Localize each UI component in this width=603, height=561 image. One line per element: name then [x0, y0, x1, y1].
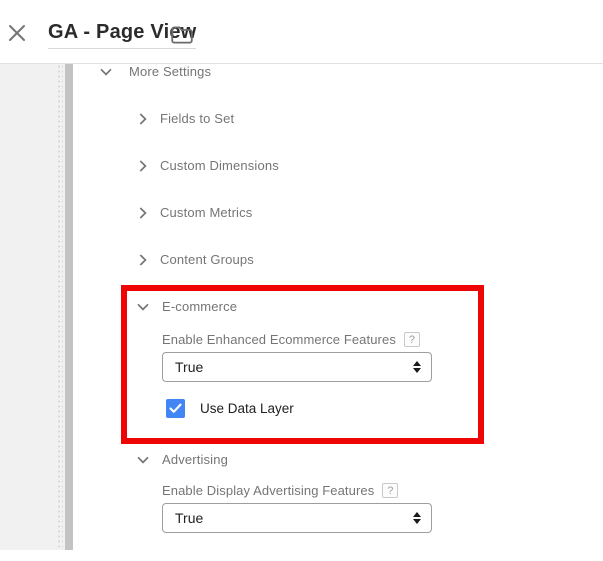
select-value: True [175, 359, 204, 375]
use-data-layer-option[interactable]: Use Data Layer [166, 399, 294, 418]
section-label: Custom Dimensions [160, 158, 279, 173]
section-ecommerce[interactable]: E-commerce [137, 299, 237, 314]
section-label: Custom Metrics [160, 205, 253, 220]
section-label: More Settings [129, 64, 212, 79]
field-label: Enable Enhanced Ecommerce Features [162, 332, 396, 347]
section-custom-dimensions[interactable]: Custom Dimensions [139, 158, 279, 173]
select-value: True [175, 510, 204, 526]
enhanced-ecommerce-select[interactable]: True [162, 352, 432, 382]
help-icon[interactable]: ? [382, 483, 399, 498]
field-label: Enable Display Advertising Features [162, 483, 375, 498]
section-label: Content Groups [160, 252, 254, 267]
dialog-header: GA - Page View [0, 0, 603, 64]
close-icon[interactable] [7, 23, 27, 43]
section-content-groups[interactable]: Content Groups [139, 252, 254, 267]
unfold-arrows-icon [413, 512, 421, 524]
checkbox-label: Use Data Layer [200, 401, 294, 416]
tag-editor-dialog: GA - Page View More Settings Fields to S… [0, 0, 603, 561]
section-more-settings[interactable]: More Settings [100, 64, 211, 79]
chevron-down-icon [137, 456, 149, 464]
chevron-down-icon [137, 303, 149, 311]
section-label: Advertising [162, 452, 228, 467]
display-advertising-select[interactable]: True [162, 503, 432, 533]
unfold-arrows-icon [413, 361, 421, 373]
left-spacer-panel [0, 64, 65, 550]
chevron-right-icon [139, 253, 147, 266]
chevron-right-icon [139, 112, 147, 125]
section-custom-metrics[interactable]: Custom Metrics [139, 205, 252, 220]
display-advertising-field: Enable Display Advertising Features ? [162, 483, 399, 498]
vertical-scrollbar[interactable] [65, 64, 73, 550]
chevron-right-icon [139, 206, 147, 219]
enhanced-ecommerce-field: Enable Enhanced Ecommerce Features ? [162, 332, 420, 347]
chevron-right-icon [139, 159, 147, 172]
chevron-down-icon [100, 68, 112, 76]
section-label: Fields to Set [160, 111, 235, 126]
folder-icon[interactable] [170, 25, 194, 45]
checked-checkbox-icon[interactable] [166, 399, 185, 418]
section-advertising[interactable]: Advertising [137, 452, 228, 467]
help-icon[interactable]: ? [403, 332, 420, 347]
panel-texture [57, 64, 63, 550]
section-label: E-commerce [162, 299, 238, 314]
section-fields-to-set[interactable]: Fields to Set [139, 111, 234, 126]
